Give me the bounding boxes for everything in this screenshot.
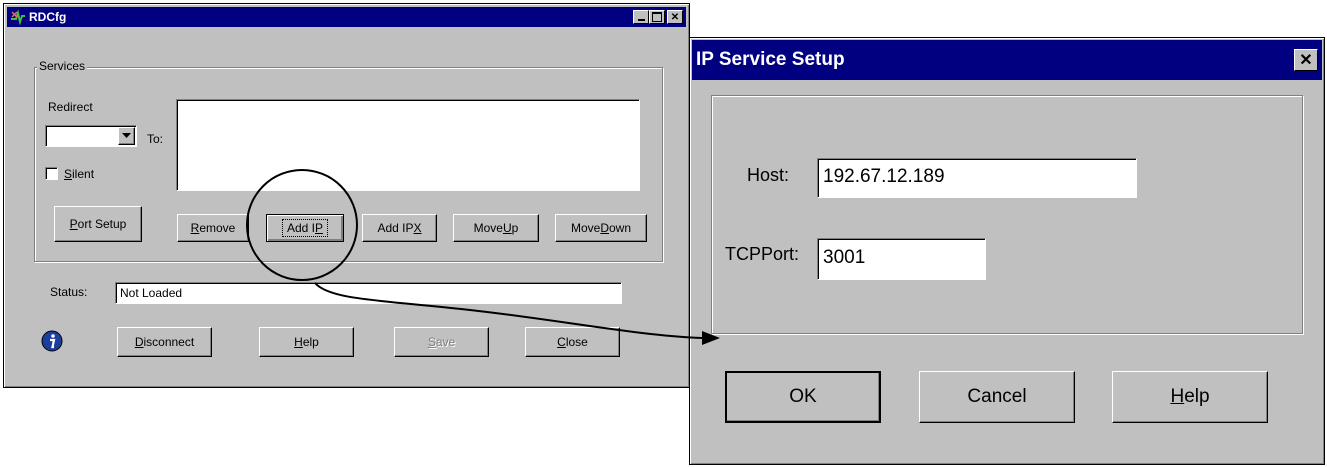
pointer-arrow-line [314, 282, 703, 339]
annotation-overlay [246, 169, 720, 345]
highlight-circle [246, 169, 358, 281]
pointer-arrowhead [702, 331, 720, 345]
